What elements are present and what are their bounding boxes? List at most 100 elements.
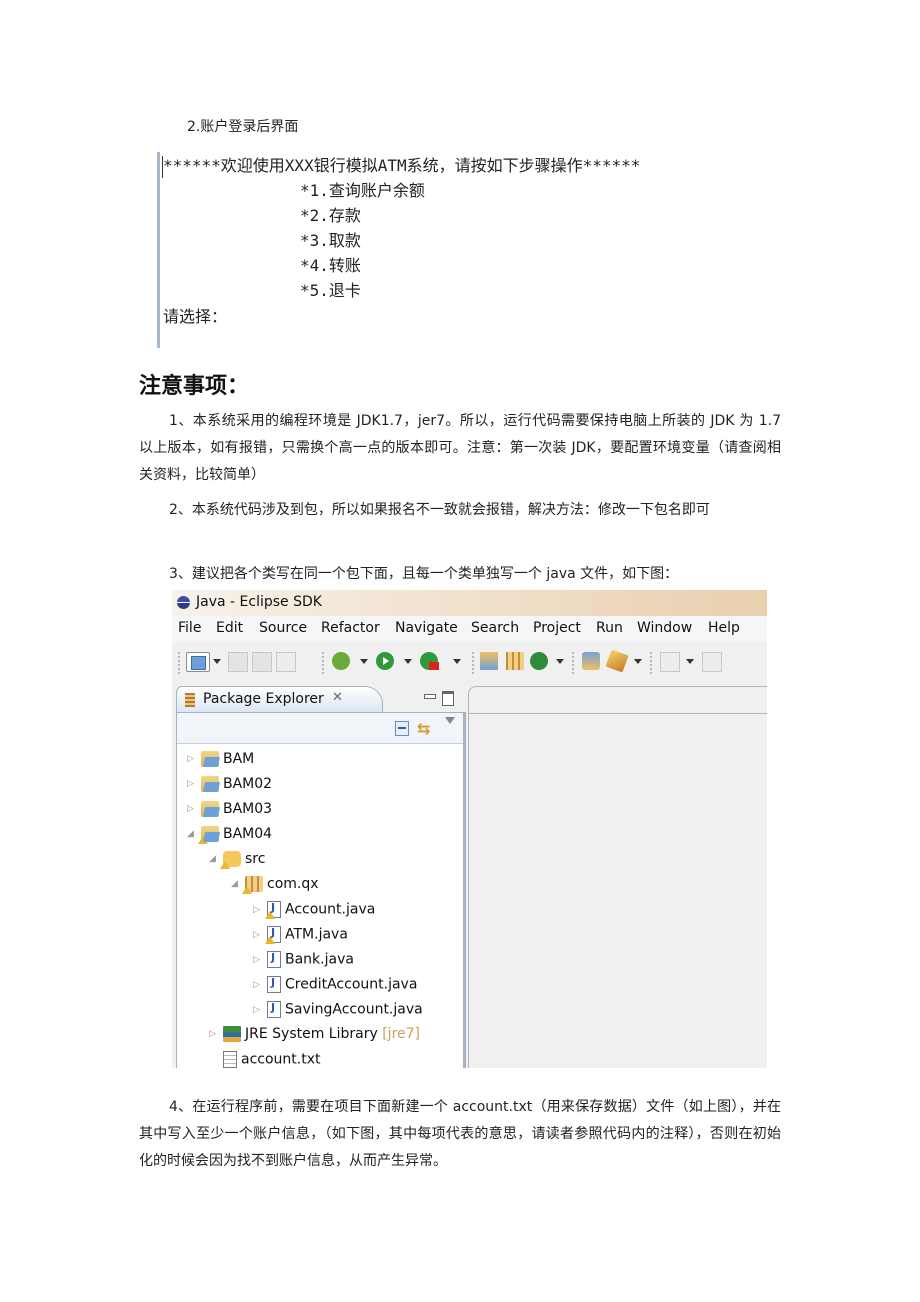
tree-item[interactable]: ◢ src bbox=[209, 851, 265, 875]
expand-arrow-icon[interactable]: ▷ bbox=[253, 955, 263, 965]
console-prompt: 请选择： bbox=[163, 307, 228, 326]
source-folder-icon bbox=[220, 851, 241, 869]
menu-search[interactable]: Search bbox=[471, 620, 519, 636]
toolbar-separator bbox=[178, 652, 182, 674]
note-item-4: 4、在运行程序前，需要在项目下面新建一个 account.txt（用来保存数据）… bbox=[139, 1094, 781, 1175]
editor-border bbox=[468, 712, 469, 1068]
chevron-down-icon[interactable] bbox=[556, 659, 564, 664]
console-menu-option: *2.存款 bbox=[300, 206, 361, 225]
tree-item-label: CreditAccount.java bbox=[285, 976, 418, 993]
tree-item[interactable]: ▷ Bank.java bbox=[253, 951, 354, 975]
tree-item-label: BAM02 bbox=[223, 776, 273, 792]
view-menu-icon[interactable] bbox=[445, 717, 455, 724]
debug-icon[interactable] bbox=[332, 652, 350, 670]
collapse-arrow-icon[interactable]: ◢ bbox=[231, 879, 241, 889]
console-menu-option: *3.取款 bbox=[300, 231, 361, 250]
tree-item-label: SavingAccount.java bbox=[285, 1001, 423, 1018]
console-menu-option: *4.转账 bbox=[300, 256, 361, 275]
chevron-down-icon[interactable] bbox=[360, 659, 368, 664]
expand-arrow-icon[interactable]: ▷ bbox=[253, 930, 263, 940]
menu-bar: File Edit Source Refactor Navigate Searc… bbox=[172, 616, 767, 643]
console-margin-bar bbox=[157, 152, 160, 348]
eclipse-logo-icon bbox=[177, 596, 190, 609]
tree-item[interactable]: ▷ Account.java bbox=[253, 901, 375, 925]
link-with-editor-icon[interactable]: ⇆ bbox=[417, 719, 430, 738]
package-explorer-icon bbox=[185, 693, 195, 707]
note-item-3: 3、建议把各个类写在同一个包下面，且每一个类单独写一个 java 文件，如下图： bbox=[139, 561, 781, 588]
tree-item-label: ATM.java bbox=[285, 926, 348, 943]
external-tools-icon[interactable] bbox=[420, 652, 439, 670]
open-type-icon[interactable] bbox=[582, 652, 600, 670]
tree-item[interactable]: ◢ com.qx bbox=[231, 876, 319, 900]
toolbar-separator bbox=[472, 652, 476, 674]
tree-item-label: src bbox=[245, 851, 266, 867]
previous-annotation-icon[interactable] bbox=[702, 652, 722, 672]
new-wizard-icon[interactable] bbox=[186, 652, 210, 672]
editor-area bbox=[468, 686, 767, 1068]
minimize-icon[interactable] bbox=[424, 694, 436, 699]
tree-item-label: BAM04 bbox=[223, 826, 273, 842]
console-menu-option: *5.退卡 bbox=[300, 281, 361, 300]
chevron-down-icon[interactable] bbox=[404, 659, 412, 664]
collapse-arrow-icon[interactable]: ◢ bbox=[187, 829, 197, 839]
menu-run[interactable]: Run bbox=[596, 620, 623, 636]
menu-navigate[interactable]: Navigate bbox=[395, 620, 458, 636]
note-text: 4、在运行程序前，需要在项目下面新建一个 account.txt（用来保存数据）… bbox=[139, 1099, 781, 1169]
eclipse-screenshot: Java - Eclipse SDK File Edit Source Refa… bbox=[172, 590, 767, 1068]
maximize-icon[interactable] bbox=[442, 691, 454, 706]
run-icon[interactable] bbox=[376, 652, 394, 670]
menu-help[interactable]: Help bbox=[708, 620, 740, 636]
search-icon[interactable] bbox=[605, 649, 629, 673]
expand-arrow-icon[interactable]: ▷ bbox=[253, 905, 263, 915]
expand-arrow-icon[interactable]: ▷ bbox=[209, 1029, 219, 1039]
print-icon[interactable] bbox=[276, 652, 296, 672]
menu-project[interactable]: Project bbox=[533, 620, 581, 636]
note-item-2: 2、本系统代码涉及到包，所以如果报名不一致就会报错，解决方法：修改一下包名即可 bbox=[139, 497, 781, 524]
tree-item-label: BAM bbox=[223, 751, 255, 767]
library-icon bbox=[223, 1026, 241, 1042]
tree-item-label: com.qx bbox=[267, 876, 319, 892]
section-subheading: 2.账户登录后界面 bbox=[187, 119, 299, 135]
collapse-all-icon[interactable] bbox=[395, 721, 409, 736]
package-explorer-body: ⇆ ▷ BAM ▷ BAM02 ▷ BAM03 ◢ BAM04 ◢ src ◢ com.qx ▷ Acco… bbox=[176, 712, 466, 1068]
toolbar-separator bbox=[322, 652, 326, 674]
tree-item[interactable]: ▷ BAM bbox=[187, 751, 254, 775]
chevron-down-icon[interactable] bbox=[686, 659, 694, 664]
new-package-icon[interactable] bbox=[506, 652, 524, 670]
new-java-project-icon[interactable] bbox=[480, 652, 498, 670]
close-icon[interactable]: ✕ bbox=[332, 690, 343, 705]
expand-arrow-icon[interactable]: ▷ bbox=[187, 804, 197, 814]
menu-window[interactable]: Window bbox=[637, 620, 692, 636]
tree-item-label: account.txt bbox=[241, 1051, 321, 1068]
chevron-down-icon[interactable] bbox=[634, 659, 642, 664]
new-class-icon[interactable] bbox=[530, 652, 548, 670]
save-icon[interactable] bbox=[228, 652, 248, 672]
tree-item[interactable]: ▷ BAM03 bbox=[187, 801, 272, 825]
menu-source[interactable]: Source bbox=[259, 620, 307, 636]
expand-arrow-icon[interactable]: ▷ bbox=[187, 779, 197, 789]
tab-package-explorer[interactable]: Package Explorer ✕ bbox=[176, 686, 383, 713]
tree-item[interactable]: ▷ CreditAccount.java bbox=[253, 976, 417, 1000]
tree-item[interactable]: account.txt bbox=[209, 1051, 321, 1068]
chevron-down-icon[interactable] bbox=[453, 659, 461, 664]
expand-arrow-icon[interactable]: ▷ bbox=[253, 1005, 263, 1015]
expand-arrow-icon[interactable]: ▷ bbox=[187, 754, 197, 764]
next-annotation-icon[interactable] bbox=[660, 652, 680, 672]
console-welcome-line: ******欢迎使用XXX银行模拟ATM系统，请按如下步骤操作****** bbox=[163, 156, 641, 175]
project-folder-icon bbox=[201, 801, 219, 817]
chevron-down-icon[interactable] bbox=[213, 659, 221, 664]
menu-refactor[interactable]: Refactor bbox=[321, 620, 380, 636]
console-output: ******欢迎使用XXX银行模拟ATM系统，请按如下步骤操作****** *1… bbox=[157, 152, 737, 348]
tree-item[interactable]: ▷ ATM.java bbox=[253, 926, 348, 950]
menu-edit[interactable]: Edit bbox=[216, 620, 243, 636]
tree-item[interactable]: ▷ SavingAccount.java bbox=[253, 1001, 423, 1025]
menu-file[interactable]: File bbox=[178, 620, 201, 636]
expand-arrow-icon[interactable]: ▷ bbox=[253, 980, 263, 990]
package-explorer-view: Package Explorer ✕ ⇆ ▷ BAM ▷ BAM02 ▷ BAM03 ◢ BA… bbox=[176, 686, 466, 1068]
tree-item[interactable]: ▷ JRE System Library [jre7] bbox=[209, 1026, 420, 1050]
collapse-arrow-icon[interactable]: ◢ bbox=[209, 854, 219, 864]
tree-item[interactable]: ▷ BAM02 bbox=[187, 776, 272, 800]
tree-item-label: Bank.java bbox=[285, 951, 354, 968]
tree-item[interactable]: ◢ BAM04 bbox=[187, 826, 272, 850]
save-all-icon[interactable] bbox=[252, 652, 272, 672]
